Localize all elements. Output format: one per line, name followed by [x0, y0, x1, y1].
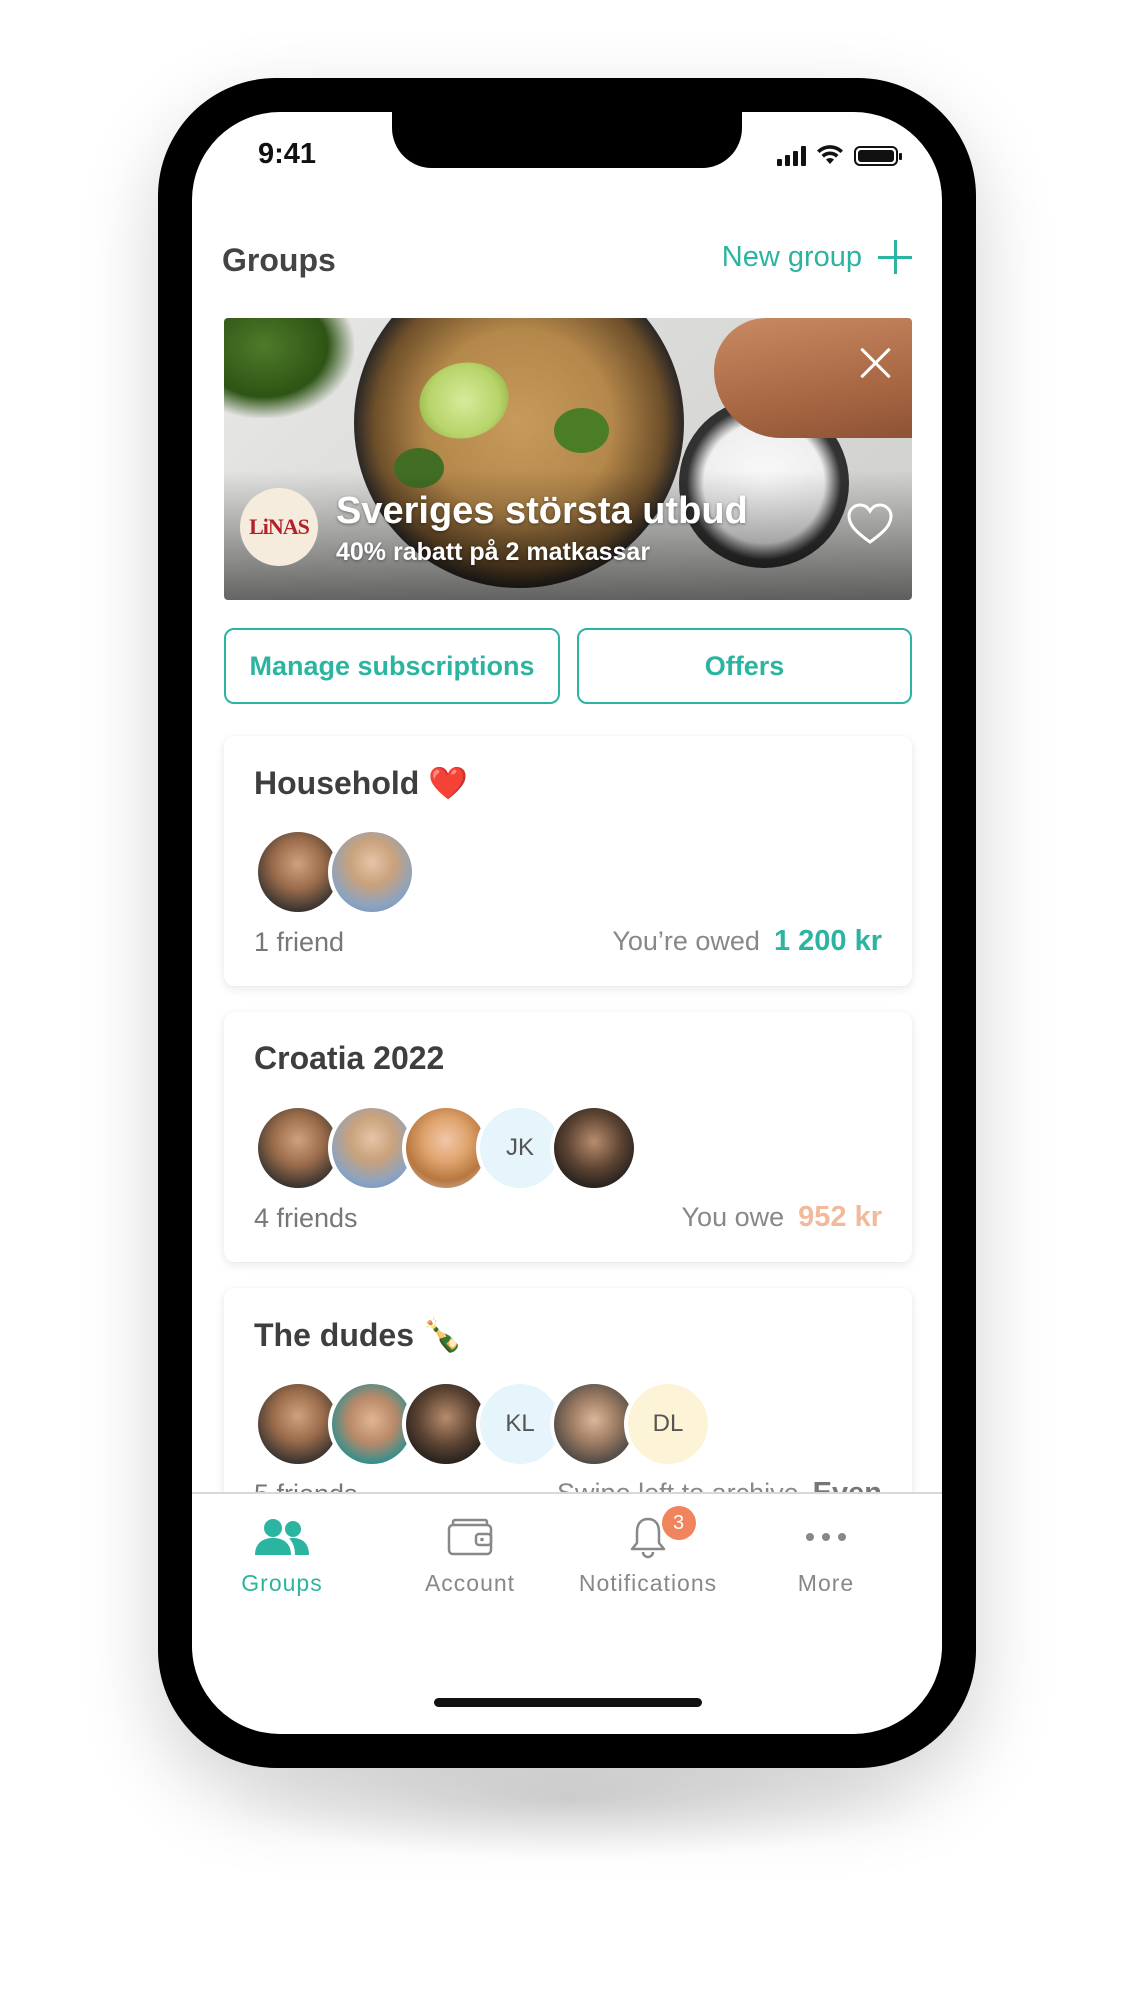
balance-label: You owe: [681, 1202, 785, 1232]
bell-icon: 3: [558, 1506, 738, 1562]
manage-subscriptions-button[interactable]: Manage subscriptions: [224, 628, 560, 704]
home-indicator[interactable]: [434, 1698, 702, 1707]
banner-food-detail: [554, 408, 609, 453]
banner-subtitle: 40% rabatt på 2 matkassar: [336, 538, 651, 566]
nav-groups[interactable]: Groups: [192, 1512, 372, 1597]
group-title: Croatia 2022: [254, 1040, 445, 1076]
balance-status: You’re owed 1 200 kr: [612, 925, 882, 958]
nav-more-label: More: [797, 1570, 855, 1596]
battery-icon: [854, 146, 902, 166]
new-group-button[interactable]: New group: [722, 240, 912, 274]
linas-logo: LiNAS: [240, 488, 318, 566]
banner-plant-image: [224, 318, 354, 418]
balance-amount: 952 kr: [798, 1201, 882, 1233]
offers-button[interactable]: Offers: [577, 628, 912, 704]
group-avatars: [254, 828, 416, 916]
notch: [392, 112, 742, 168]
friend-count: 1 friend: [254, 927, 345, 957]
app-screen: 9:41 Groups New group LiNAS Sveriges stö…: [192, 112, 942, 1734]
group-avatars: KL DL: [254, 1380, 712, 1468]
nav-notifications[interactable]: 3 Notifications: [558, 1506, 738, 1597]
wallet-icon: [380, 1512, 560, 1562]
page-title: Groups: [222, 242, 336, 278]
avatar: [328, 828, 416, 916]
banner-title: Sveriges största utbud: [336, 490, 748, 532]
friend-count: 4 friends: [254, 1203, 358, 1233]
avatar: [550, 1104, 638, 1192]
group-card-croatia[interactable]: Croatia 2022 JK 4 friends You owe 952 kr: [224, 1012, 912, 1262]
balance-label: You’re owed: [612, 926, 760, 956]
nav-groups-label: Groups: [241, 1570, 323, 1596]
balance-status: You owe 952 kr: [682, 1201, 882, 1234]
new-group-label: New group: [721, 240, 862, 273]
group-title: The dudes 🍾: [254, 1317, 463, 1353]
close-icon[interactable]: [858, 346, 892, 380]
wifi-icon: [817, 145, 843, 164]
status-time: 9:41: [258, 138, 317, 170]
notification-badge: 3: [662, 1506, 696, 1540]
nav-account[interactable]: Account: [380, 1512, 560, 1597]
avatar-initials: DL: [624, 1380, 712, 1468]
group-card-household[interactable]: Household ❤️ 1 friend You’re owed 1 200 …: [224, 736, 912, 986]
balance-amount: 1 200 kr: [773, 925, 882, 957]
bottom-nav: Groups Account 3 Notifications More: [192, 1492, 942, 1642]
more-dots-icon: [736, 1512, 916, 1562]
nav-notifications-label: Notifications: [578, 1570, 718, 1596]
phone-frame: 9:41 Groups New group LiNAS Sveriges stö…: [158, 78, 976, 1768]
heart-icon[interactable]: [846, 502, 894, 546]
nav-account-label: Account: [424, 1570, 516, 1596]
group-avatars: JK: [254, 1104, 638, 1192]
plus-icon: [878, 240, 912, 274]
group-title: Household ❤️: [254, 765, 469, 801]
promo-banner[interactable]: LiNAS Sveriges största utbud 40% rabatt …: [224, 318, 912, 600]
signal-icon: [777, 146, 806, 166]
groups-icon: [192, 1512, 372, 1562]
nav-more[interactable]: More: [736, 1512, 916, 1597]
status-icons: [777, 144, 902, 166]
